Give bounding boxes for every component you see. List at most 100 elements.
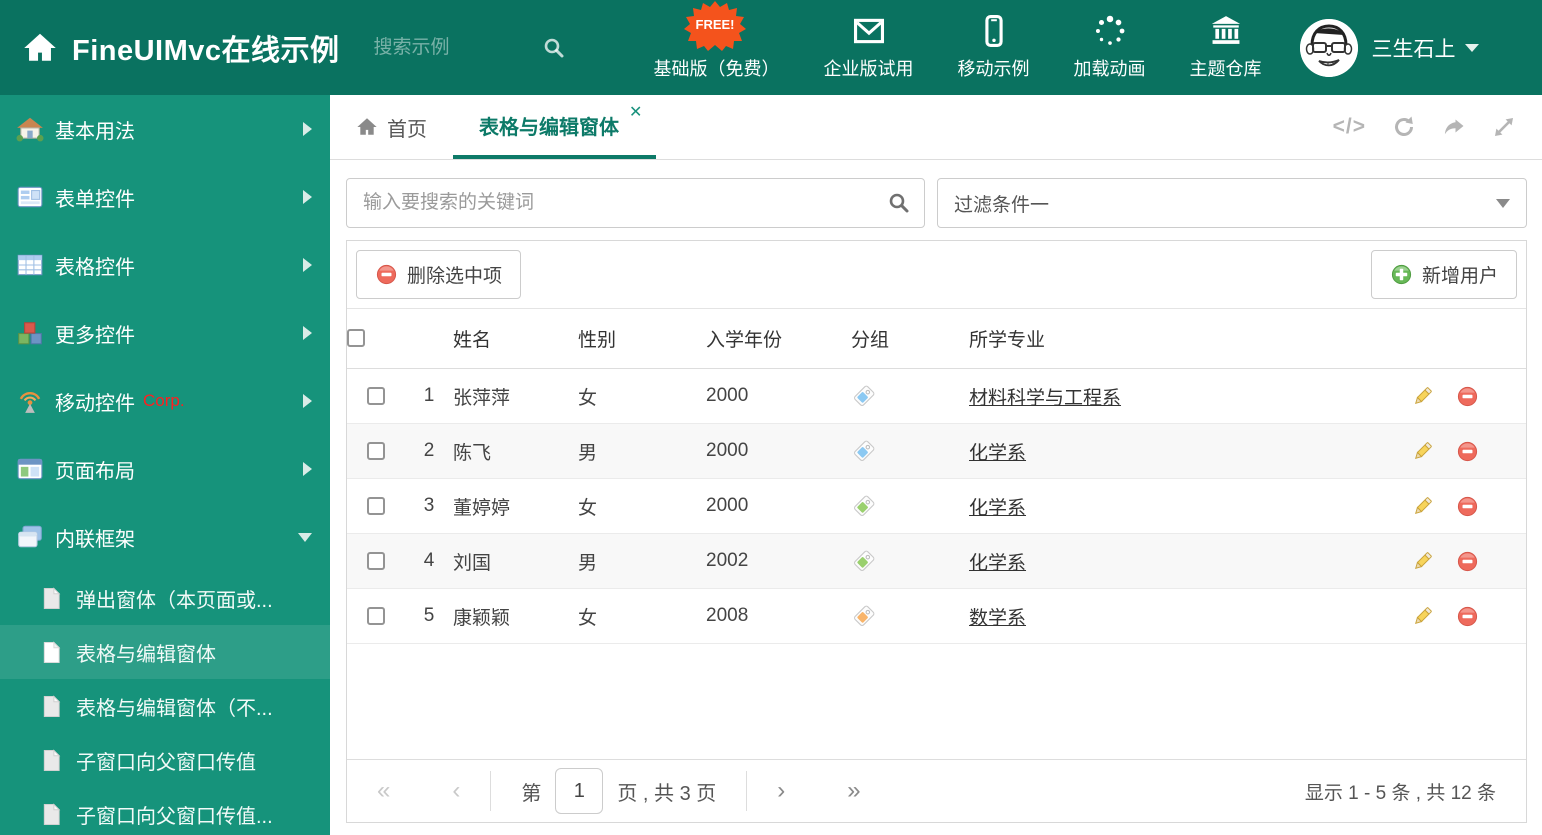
major-link[interactable]: 材料科学与工程系: [969, 388, 1121, 409]
first-page-button[interactable]: «: [377, 777, 390, 805]
chevron-right-icon: [303, 190, 312, 204]
filter-dropdown[interactable]: 过滤条件一: [937, 178, 1527, 228]
prev-page-button[interactable]: ‹: [452, 777, 460, 805]
delete-icon[interactable]: [1456, 605, 1479, 628]
sidebar-sublabel: 子窗口向父窗口传值: [76, 751, 256, 774]
chevron-right-icon: [303, 258, 312, 272]
nav-loading-anim[interactable]: 加载动画: [1074, 14, 1146, 81]
row-checkbox[interactable]: [367, 441, 385, 460]
cell-gender: 女: [578, 368, 706, 424]
nav-label: 加载动画: [1073, 59, 1146, 79]
home-icon: [357, 118, 377, 135]
major-link[interactable]: 化学系: [969, 443, 1026, 464]
delete-icon[interactable]: [1456, 550, 1479, 573]
cell-year: 2002: [706, 533, 851, 589]
grid-toolbar: 删除选中项 新增用户: [347, 241, 1526, 308]
row-number: 5: [405, 588, 453, 644]
sidebar-subitem-grid-edit-window-2[interactable]: 表格与编辑窗体（不...: [0, 679, 330, 733]
chevron-down-icon: [298, 532, 312, 542]
row-checkbox[interactable]: [367, 606, 385, 625]
home-icon[interactable]: [22, 30, 58, 66]
tag-icon: [854, 385, 875, 406]
refresh-icon[interactable]: [1392, 115, 1416, 139]
select-all-checkbox[interactable]: [347, 329, 365, 348]
svg-text:FREE!: FREE!: [696, 17, 735, 32]
header-search-input[interactable]: [373, 36, 524, 59]
spinner-icon: [1095, 15, 1124, 45]
tab-tools: </>: [1333, 95, 1542, 159]
sidebar-item-basic-usage[interactable]: 基本用法: [0, 95, 330, 163]
expand-icon[interactable]: [1492, 115, 1516, 139]
cell-name: 张萍萍: [453, 368, 578, 424]
delete-icon[interactable]: [1456, 495, 1479, 518]
edit-icon[interactable]: [1411, 605, 1434, 628]
tab-grid-edit-window[interactable]: 表格与编辑窗体 ✕: [453, 95, 657, 159]
page-input[interactable]: [555, 768, 604, 814]
delete-icon[interactable]: [1456, 440, 1479, 463]
search-icon[interactable]: [887, 191, 911, 215]
cell-year: 2000: [706, 423, 851, 479]
col-name: 姓名: [453, 308, 578, 369]
search-icon[interactable]: [542, 36, 566, 60]
file-icon: [43, 586, 61, 609]
grid-empty-area: [347, 644, 1526, 759]
nav-mobile-demo[interactable]: 移动示例: [958, 14, 1030, 81]
file-icon: [43, 748, 61, 771]
sidebar-item-more-controls[interactable]: 更多控件: [0, 299, 330, 367]
cell-name: 康颖颖: [453, 588, 578, 644]
nav-label: 企业版试用: [823, 59, 914, 79]
sidebar-label: 基本用法: [55, 120, 135, 143]
sidebar-item-mobile-controls[interactable]: 移动控件 Corp.: [0, 367, 330, 435]
table-row: 4 刘国 男 2002 化学系: [347, 533, 1526, 589]
edit-icon[interactable]: [1411, 550, 1434, 573]
nav-enterprise-trial[interactable]: 企业版试用: [824, 14, 914, 81]
row-checkbox[interactable]: [367, 496, 385, 515]
cell-name: 陈飞: [453, 423, 578, 479]
edit-icon[interactable]: [1411, 385, 1434, 408]
page-prefix: 第: [521, 782, 542, 805]
share-icon[interactable]: [1442, 115, 1466, 139]
tab-home[interactable]: 首页: [330, 95, 453, 159]
row-checkbox[interactable]: [367, 551, 385, 570]
major-link[interactable]: 化学系: [969, 498, 1026, 519]
delete-icon[interactable]: [1456, 385, 1479, 408]
app-window: FineUIMvc在线示例 FREE! 基础版（免费） 企业版试用 移动示例: [0, 0, 1542, 835]
add-user-button[interactable]: 新增用户: [1370, 250, 1517, 299]
major-link[interactable]: 数学系: [969, 608, 1026, 629]
add-user-label: 新增用户: [1421, 266, 1498, 287]
col-group: 分组: [851, 308, 969, 369]
delete-selected-button[interactable]: 删除选中项: [356, 250, 522, 299]
last-page-button[interactable]: »: [847, 777, 860, 805]
sidebar-item-iframe[interactable]: 内联框架: [0, 503, 330, 571]
edit-icon[interactable]: [1411, 440, 1434, 463]
antenna-icon: [19, 392, 41, 413]
chevron-right-icon: [303, 462, 312, 476]
chevron-right-icon: [303, 326, 312, 340]
col-year: 入学年份: [706, 308, 851, 369]
sidebar-subitem-grid-edit-window[interactable]: 表格与编辑窗体: [0, 625, 330, 679]
sidebar-subitem-popup-window[interactable]: 弹出窗体（本页面或...: [0, 571, 330, 625]
col-major: 所学专业: [969, 308, 1411, 369]
row-checkbox[interactable]: [367, 386, 385, 405]
edit-icon[interactable]: [1411, 495, 1434, 518]
cell-gender: 女: [578, 478, 706, 534]
nav-theme-store[interactable]: 主题仓库: [1190, 14, 1262, 81]
close-icon[interactable]: ✕: [629, 102, 642, 122]
major-link[interactable]: 化学系: [969, 553, 1026, 574]
col-gender: 性别: [578, 308, 706, 369]
user-menu[interactable]: 三生石上: [1299, 18, 1479, 77]
sidebar-sublabel: 子窗口向父窗口传值...: [76, 805, 273, 828]
cell-gender: 男: [578, 533, 706, 589]
sidebar-sublabel: 弹出窗体（本页面或...: [76, 589, 273, 612]
sidebar: 基本用法 表单控件 表格控件 更多控件 移动控件 Corp. 页面布局 内联框架…: [0, 95, 330, 835]
next-page-button[interactable]: ›: [777, 777, 785, 805]
keyword-search-input[interactable]: [346, 178, 925, 228]
source-code-icon[interactable]: </>: [1333, 115, 1366, 139]
top-header: FineUIMvc在线示例 FREE! 基础版（免费） 企业版试用 移动示例: [0, 0, 1542, 95]
sidebar-item-grid-controls[interactable]: 表格控件: [0, 231, 330, 299]
sidebar-subitem-child-to-parent-2[interactable]: 子窗口向父窗口传值...: [0, 787, 330, 835]
sidebar-item-page-layout[interactable]: 页面布局: [0, 435, 330, 503]
sidebar-item-form-controls[interactable]: 表单控件: [0, 163, 330, 231]
cell-year: 2000: [706, 478, 851, 534]
sidebar-subitem-child-to-parent[interactable]: 子窗口向父窗口传值: [0, 733, 330, 787]
